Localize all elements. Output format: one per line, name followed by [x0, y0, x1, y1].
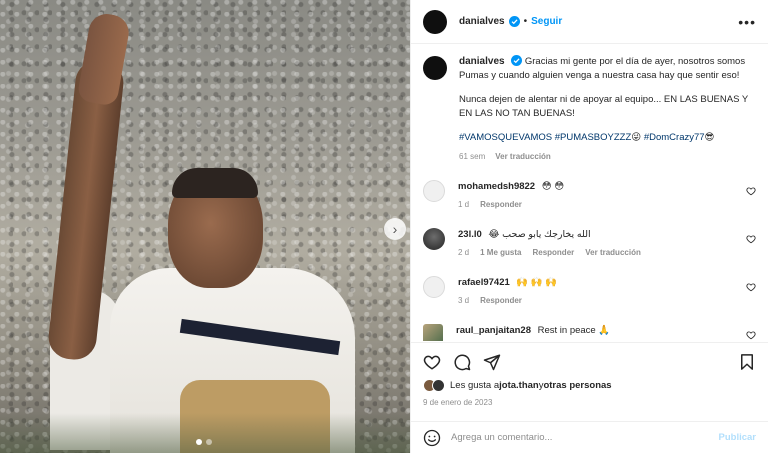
comment-text: 😳 😳 [541, 181, 565, 192]
comment-text: Rest in peace 🙏 [537, 325, 611, 336]
like-comment-heart-icon[interactable] [746, 330, 756, 340]
caption-time[interactable]: 61 sem [459, 150, 485, 164]
comment-text: 🙌 🙌 🙌 [516, 277, 558, 288]
more-options-icon[interactable]: ••• [738, 14, 756, 30]
comment-item: mohamedsh9822 😳 😳 1 d Responder [423, 180, 756, 211]
hashtag-emoji: 😜 [631, 132, 642, 143]
like-comment-heart-icon[interactable] [746, 234, 756, 244]
see-translation-link[interactable]: Ver traducción [495, 150, 551, 164]
comment-time[interactable]: 1 d [458, 198, 469, 211]
carousel-dot-2 [206, 439, 212, 445]
comment-username[interactable]: mohamedsh9822 [458, 181, 535, 192]
post-date[interactable]: 9 de enero de 2023 [423, 398, 756, 407]
post-details-panel: danialves • Seguir ••• danialves Gracias… [410, 0, 768, 453]
comment-text: الله يخارجك يابو صحب 😂 [488, 229, 591, 240]
carousel-dot-1 [196, 439, 202, 445]
caption-hashtags: #VAMOSQUEVAMOS #PUMASBOYZZZ😜 #DomCrazy77… [459, 131, 750, 145]
comment-avatar[interactable] [423, 180, 445, 202]
verified-badge-icon [511, 55, 523, 66]
chevron-right-icon: › [392, 221, 398, 237]
next-slide-button[interactable]: › [384, 218, 406, 240]
comment-likes-count[interactable]: 1 Me gusta [480, 246, 521, 259]
comment-item: 23l.l0 الله يخارجك يابو صحب 😂 2 d 1 Me g… [423, 228, 756, 259]
publish-button[interactable]: Publicar [719, 432, 757, 443]
post-caption: danialves Gracias mi gente por el día de… [423, 55, 756, 163]
caption-text-2: Nunca dejen de alentar ni de apoyar al e… [459, 94, 749, 119]
comments-list[interactable]: danialves Gracias mi gente por el día de… [411, 45, 768, 341]
comment-input[interactable] [451, 432, 719, 443]
header-separator: • [523, 16, 528, 27]
reply-button[interactable]: Responder [532, 246, 574, 259]
verified-badge-icon [508, 16, 520, 27]
hashtag-link[interactable]: #VAMOSQUEVAMOS [459, 132, 552, 143]
comment-time[interactable]: 3 d [458, 294, 469, 307]
carousel-dots [196, 439, 212, 445]
hashtag-link[interactable]: #DomCrazy77 [644, 132, 705, 143]
reply-button[interactable]: Responder [480, 294, 522, 307]
hashtag-emoji: 😎 [704, 132, 715, 143]
comment-username[interactable]: rafael97421 [458, 277, 510, 288]
comment-username[interactable]: raul_panjaitan28 [456, 325, 531, 336]
share-paper-plane-icon[interactable] [483, 353, 501, 371]
save-bookmark-icon[interactable] [738, 353, 756, 371]
comment-avatar[interactable] [423, 228, 445, 250]
liker-avatar [432, 379, 445, 392]
other-likers-link[interactable]: otras personas [543, 380, 611, 391]
comment-username[interactable]: 23l.l0 [458, 229, 482, 240]
caption-avatar[interactable] [423, 56, 447, 80]
caption-username[interactable]: danialves [459, 56, 505, 67]
like-comment-heart-icon[interactable] [746, 186, 756, 196]
hashtag-link[interactable]: #PUMASBOYZZZ [555, 132, 632, 143]
see-translation-link[interactable]: Ver traducción [585, 246, 641, 259]
caption-meta: 61 sem Ver traducción [459, 150, 750, 164]
author-avatar[interactable] [423, 9, 447, 34]
post-header: danialves • Seguir ••• [411, 0, 768, 44]
post-image[interactable]: › [0, 0, 410, 453]
comment-item: rafael97421 🙌 🙌 🙌 3 d Responder [423, 276, 756, 307]
comment-bubble-icon[interactable] [453, 353, 471, 371]
author-username[interactable]: danialves [459, 16, 505, 27]
comment-avatar[interactable] [423, 276, 445, 298]
comment-time[interactable]: 2 d [458, 246, 469, 259]
pitch-grass [0, 413, 410, 453]
post-actions: Les gusta a jota.than y otras personas 9… [411, 342, 768, 407]
add-comment-bar: Publicar [411, 421, 768, 453]
like-heart-icon[interactable] [423, 353, 441, 371]
likes-prefix: Les gusta a [450, 380, 500, 391]
reply-button[interactable]: Responder [480, 198, 522, 211]
like-comment-heart-icon[interactable] [746, 282, 756, 292]
player-hair [172, 168, 258, 198]
liker-username[interactable]: jota.than [499, 380, 539, 391]
follow-button[interactable]: Seguir [531, 16, 562, 27]
emoji-smiley-icon[interactable] [423, 429, 441, 447]
likes-summary[interactable]: Les gusta a jota.than y otras personas [423, 379, 756, 392]
comment-avatar[interactable] [423, 324, 443, 341]
comment-item: raul_panjaitan28 Rest in peace 🙏 [423, 324, 756, 341]
